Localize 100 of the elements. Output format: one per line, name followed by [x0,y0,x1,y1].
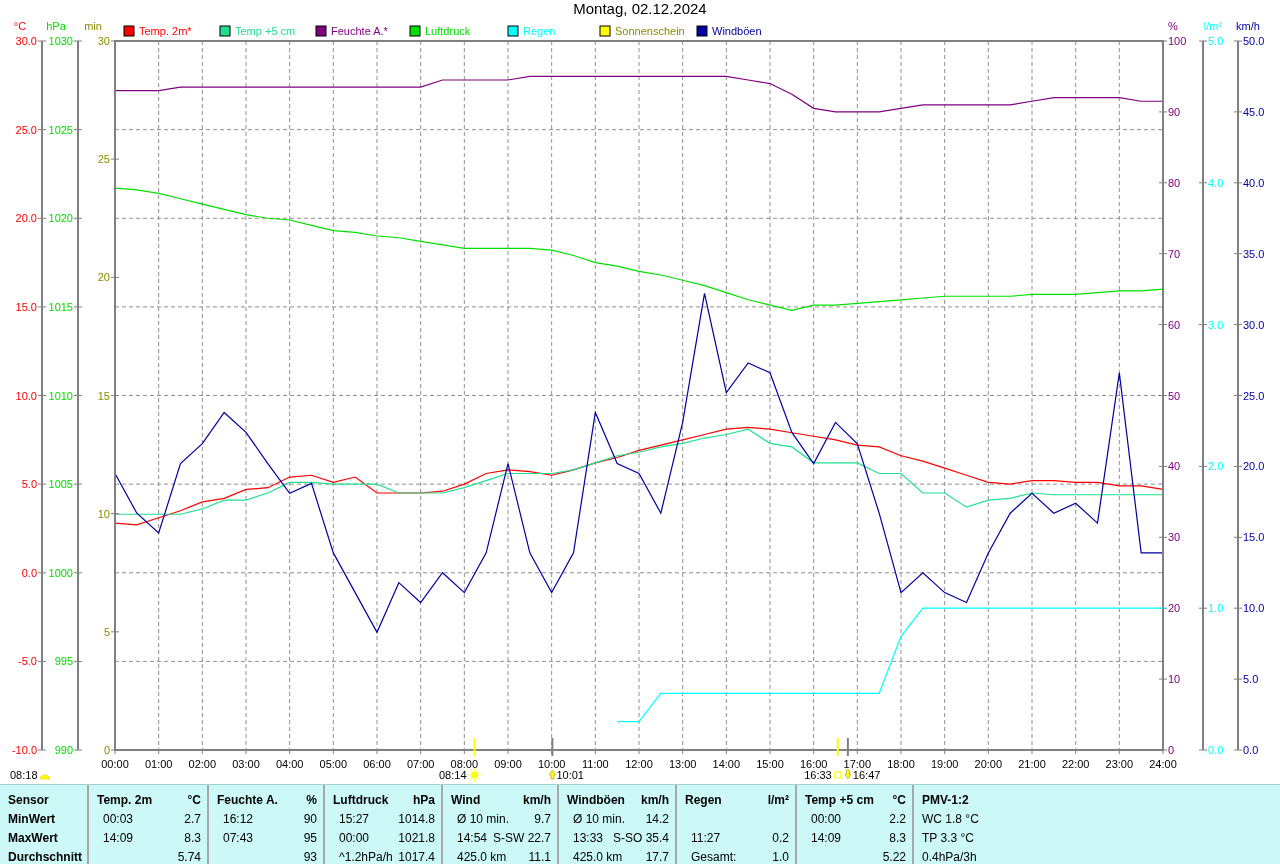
axis-tick-label: 40.0 [1243,176,1265,189]
sun-time: 08:14 [439,769,467,781]
axis-tick-label: 2.0 [1208,460,1224,473]
table-cell: 14.2 [645,811,669,826]
sunshine-start-time: 10:01 [556,769,584,781]
table-cell: 8.3 [889,830,906,845]
axis-tick-label: 03:00 [232,758,260,770]
axis-tick-label: 09:00 [494,758,522,770]
axis-tick-label: 10 [97,507,110,520]
sunrise-time: 08:18 [10,769,38,781]
axis-tick-label: 70 [1168,247,1181,260]
axis-tick-label: 45.0 [1243,105,1265,118]
axis-tick-label: 16:00 [799,758,828,770]
row-label: MinWert [8,811,56,826]
axis-unit: l/m² [1203,20,1223,32]
axis-tick-label: 14:00 [712,758,741,770]
sun-icon [467,768,482,782]
axis-unit: min [84,20,102,32]
axis-tick-label: -10.0 [11,744,37,756]
axis-tick-label: 990 [54,744,73,756]
axis-tick-label: 18:00 [887,758,915,770]
legend-label: Windböen [712,25,762,37]
axis-tick-label: 50 [1168,389,1181,402]
axis-tick-label: 3.0 [1208,318,1224,331]
axis-unit: km/h [1236,20,1260,32]
axis-tick-label: 20:00 [974,758,1003,770]
table-cell-text: 14:09 [810,830,842,845]
table-cell: S-SO 35.4 [612,830,669,845]
axis-tick-label: 10 [1168,673,1181,686]
legend-label: Regen [523,25,556,37]
table-cell: WC 1.8 °C [922,811,979,826]
axis-tick-label: 02:00 [188,758,217,770]
axis-tick-label: 11:00 [581,758,609,770]
axis-tick-label: 30 [1168,531,1181,544]
axis-tick-label: 1000 [48,566,73,579]
table-cell-text: 425.0 km [572,849,623,864]
table-cell: S-SW 22.7 [492,830,551,845]
axis-tick-label: 15.0 [15,300,37,313]
table-cell: 5.22 [882,849,906,864]
axis-tick-label: -5.0 [18,655,37,668]
marker-tick [846,737,849,757]
legend-label: Temp +5 cm [235,25,296,37]
axis-tick-label: 21:00 [1018,758,1046,770]
axis-tick-label: 08:00 [450,758,479,770]
column-header: Luftdruck [333,792,389,807]
axis-tick-label: 17:00 [843,758,872,770]
axis-tick-label: 1010 [48,389,73,402]
axis-tick-label: 10:00 [537,758,566,770]
column-header: Wind [451,792,481,807]
table-cell: 17.7 [645,849,669,864]
axis-tick-label: 5.0 [1243,673,1259,686]
arrow-down-icon [844,769,852,780]
table-cell-text: Ø 10 min. [572,811,626,826]
table-cell-text: Ø 10 min. [456,811,510,826]
axis-tick-label: 20.0 [1243,460,1265,473]
marker-tick [836,737,839,757]
axis-tick-label: 10.0 [1243,602,1265,615]
table-cell-text: 14:54 [456,830,488,845]
arrow-up-icon [549,769,556,780]
axis-tick-label: 90 [1168,105,1181,118]
legend-label: Luftdruck [425,25,471,37]
axis-tick-label: 23:00 [1105,758,1134,770]
axis-tick-label: 20 [97,271,110,284]
axis-tick-label: 4.0 [1208,176,1224,189]
table-cell: 9.7 [534,811,551,826]
axis-tick-label: 0.0 [21,566,37,579]
table-cell: 93 [303,849,317,864]
axis-tick-label: 10.0 [15,389,37,402]
table-cell: 95 [303,830,317,845]
column-header: Sensor [8,792,49,807]
table-cell-text: 425.0 km [456,849,507,864]
axis-tick-label: 22:00 [1061,758,1090,770]
unit-label: hPa [413,792,435,807]
axis-tick-label: 30.0 [1243,318,1265,331]
column-header: Temp. 2m [97,792,153,807]
axis-tick-label: 0 [103,744,110,756]
table-cell-text: 00:00 [338,830,370,845]
column-header: Regen [685,792,722,807]
unit-label: l/m² [767,792,789,807]
axis-tick-label: 1020 [48,212,73,225]
table-cell-text: 15:27 [338,811,370,826]
table-cell: 2.2 [889,811,906,826]
axis-tick-label: 35.0 [1243,247,1265,260]
table-cell: 1014.8 [398,811,435,826]
axis-tick-label: 30.0 [15,35,37,47]
axis-unit: °C [13,20,27,32]
table-cell: 2.7 [184,811,201,826]
legend-label: Feuchte A.* [331,25,388,37]
table-cell: 0.2 [772,830,789,845]
axis-unit: % [1168,20,1178,32]
unit-label: °C [187,792,201,807]
row-label: MaxWert [8,830,58,845]
axis-tick-label: 80 [1168,176,1181,189]
marker-tick [473,737,476,757]
axis-tick-label: 995 [54,655,73,668]
sunshine-end-time: 16:47 [852,769,881,781]
column-header: Temp +5 cm [805,792,874,807]
axis-tick-label: 12:00 [625,758,653,770]
axis-tick-label: 100 [1168,35,1187,47]
table-cell-text: 00:03 [102,811,134,826]
